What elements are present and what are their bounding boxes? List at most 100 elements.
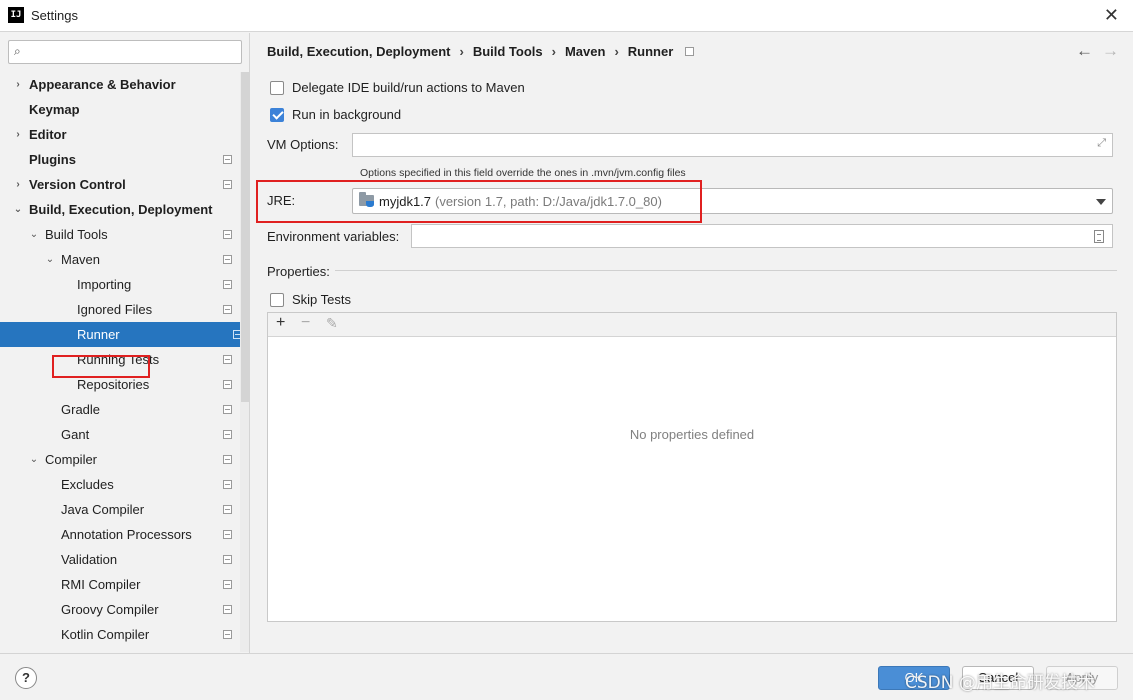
- sidebar-item-importing[interactable]: Importing: [0, 272, 240, 297]
- help-icon[interactable]: ?: [15, 667, 37, 689]
- remove-icon[interactable]: −: [301, 314, 310, 332]
- project-settings-icon: [223, 380, 232, 389]
- breadcrumb: Build, Execution, Deployment › Build Tools…: [267, 44, 695, 59]
- run-in-background-checkbox-row[interactable]: Run in background: [270, 107, 401, 125]
- close-icon[interactable]: ✕: [1104, 5, 1119, 26]
- environment-variables-label: Environment variables:: [267, 229, 400, 244]
- empty-properties-text: No properties defined: [629, 427, 755, 442]
- sidebar-item-label: Repositories: [77, 377, 150, 392]
- sidebar-item-build-tools[interactable]: ⌄ Build Tools: [0, 222, 240, 247]
- breadcrumb-item: Runner: [627, 44, 674, 59]
- expand-icon[interactable]: ⤢: [1097, 137, 1106, 150]
- sidebar-item-repositories[interactable]: Repositories: [0, 372, 240, 397]
- sidebar-item-plugins[interactable]: Plugins: [0, 147, 240, 172]
- sidebar-item-label: Appearance & Behavior: [29, 77, 176, 92]
- sidebar-item-label: Maven: [61, 252, 101, 267]
- chevron-right-icon[interactable]: ›: [12, 122, 24, 147]
- sidebar-item-label: Compiler: [45, 452, 98, 467]
- skip-tests-label: Skip Tests: [292, 292, 352, 307]
- project-settings-icon: [223, 280, 232, 289]
- properties-divider: [335, 270, 1117, 271]
- chevron-down-icon[interactable]: ⌄: [28, 447, 40, 472]
- run-in-background-checkbox[interactable]: [270, 107, 284, 122]
- chevron-down-icon[interactable]: ⌄: [44, 247, 56, 272]
- apply-button[interactable]: Apply: [1046, 666, 1118, 690]
- breadcrumb-separator: ›: [459, 44, 464, 59]
- sidebar-item-label: Ignored Files: [77, 302, 153, 317]
- project-settings-icon: [223, 255, 232, 264]
- project-settings-icon: [223, 230, 232, 239]
- sidebar-item-label: Editor: [29, 127, 67, 142]
- sidebar-item-validation[interactable]: Validation: [0, 547, 240, 572]
- delegate-build-label: Delegate IDE build/run actions to Maven: [292, 80, 525, 95]
- settings-sidebar: ⌕ › Appearance & Behavior Keymap › Editor Plu…: [0, 33, 250, 653]
- project-settings-icon: [223, 480, 232, 489]
- sidebar-item-annotation-processors[interactable]: Annotation Processors: [0, 522, 240, 547]
- project-settings-icon: [685, 47, 695, 56]
- intellij-logo-icon: IJ: [8, 7, 24, 23]
- sidebar-item-compiler[interactable]: ⌄ Compiler: [0, 447, 240, 472]
- ok-button[interactable]: OK: [878, 666, 950, 690]
- environment-variables-field[interactable]: [411, 224, 1113, 248]
- search-icon: ⌕: [14, 44, 21, 58]
- edit-icon[interactable]: ✎: [326, 315, 338, 332]
- chevron-down-icon[interactable]: ⌄: [28, 222, 40, 247]
- browse-env-icon[interactable]: [1094, 230, 1104, 243]
- delegate-build-checkbox-row[interactable]: Delegate IDE build/run actions to Maven: [270, 80, 525, 98]
- project-settings-icon: [223, 580, 232, 589]
- project-settings-icon: [223, 630, 232, 639]
- breadcrumb-item: Build Tools: [472, 44, 543, 59]
- sidebar-item-build-execution-deployment[interactable]: ⌄ Build, Execution, Deployment: [0, 197, 240, 222]
- forward-arrow-icon[interactable]: →: [1102, 41, 1119, 61]
- skip-tests-checkbox[interactable]: [270, 292, 284, 307]
- breadcrumb-item: Build, Execution, Deployment: [267, 44, 451, 59]
- chevron-down-icon[interactable]: [1096, 199, 1106, 205]
- sidebar-item-label: Build, Execution, Deployment: [29, 202, 213, 217]
- chevron-down-icon[interactable]: ⌄: [12, 197, 24, 222]
- sidebar-item-excludes[interactable]: Excludes: [0, 472, 240, 497]
- cancel-button[interactable]: Cancel: [962, 666, 1034, 690]
- sidebar-item-runner[interactable]: Runner: [0, 322, 249, 347]
- sidebar-item-gant[interactable]: Gant: [0, 422, 240, 447]
- jre-dropdown[interactable]: myjdk1.7 (version 1.7, path: D:/Java/jdk…: [352, 188, 1113, 214]
- project-settings-icon: [223, 405, 232, 414]
- sidebar-item-label: Gant: [61, 427, 90, 442]
- sidebar-item-version-control[interactable]: › Version Control: [0, 172, 240, 197]
- sidebar-item-appearance-behavior[interactable]: › Appearance & Behavior: [0, 72, 240, 97]
- sidebar-item-label: Running Tests: [77, 352, 160, 367]
- sidebar-item-rmi-compiler[interactable]: RMI Compiler: [0, 572, 240, 597]
- delegate-build-checkbox[interactable]: [270, 80, 284, 95]
- settings-search-field[interactable]: ⌕: [8, 40, 242, 64]
- sidebar-item-ignored-files[interactable]: Ignored Files: [0, 297, 240, 322]
- jre-label: JRE:: [267, 193, 296, 208]
- sidebar-item-java-compiler[interactable]: Java Compiler: [0, 497, 240, 522]
- sidebar-item-gradle[interactable]: Gradle: [0, 397, 240, 422]
- chevron-right-icon[interactable]: ›: [12, 72, 24, 97]
- project-settings-icon: [223, 155, 232, 164]
- sidebar-item-label: Excludes: [61, 477, 114, 492]
- search-input[interactable]: [33, 43, 233, 61]
- chevron-right-icon[interactable]: ›: [12, 172, 24, 197]
- vm-options-field[interactable]: ⤢: [352, 133, 1113, 157]
- sidebar-item-label: Runner: [77, 327, 120, 342]
- sidebar-item-groovy-compiler[interactable]: Groovy Compiler: [0, 597, 240, 622]
- sidebar-item-maven[interactable]: ⌄ Maven: [0, 247, 240, 272]
- sidebar-scrollbar-thumb[interactable]: [241, 72, 249, 402]
- sidebar-item-editor[interactable]: › Editor: [0, 122, 240, 147]
- project-settings-icon: [223, 430, 232, 439]
- sidebar-item-running-tests[interactable]: Running Tests: [0, 347, 240, 372]
- project-settings-icon: [223, 605, 232, 614]
- sidebar-item-label: Importing: [77, 277, 132, 292]
- project-settings-icon: [223, 505, 232, 514]
- skip-tests-checkbox-row[interactable]: Skip Tests: [270, 292, 351, 310]
- sidebar-item-label: Validation: [61, 552, 118, 567]
- breadcrumb-item: Maven: [564, 44, 606, 59]
- properties-table: + − ✎ No properties defined: [267, 312, 1117, 622]
- project-settings-icon: [223, 180, 232, 189]
- add-icon[interactable]: +: [276, 314, 285, 332]
- sidebar-item-label: Plugins: [29, 152, 76, 167]
- back-arrow-icon[interactable]: ←: [1076, 41, 1093, 61]
- breadcrumb-separator: ›: [551, 44, 556, 59]
- sidebar-item-keymap[interactable]: Keymap: [0, 97, 240, 122]
- sidebar-item-kotlin-compiler[interactable]: Kotlin Compiler: [0, 622, 240, 647]
